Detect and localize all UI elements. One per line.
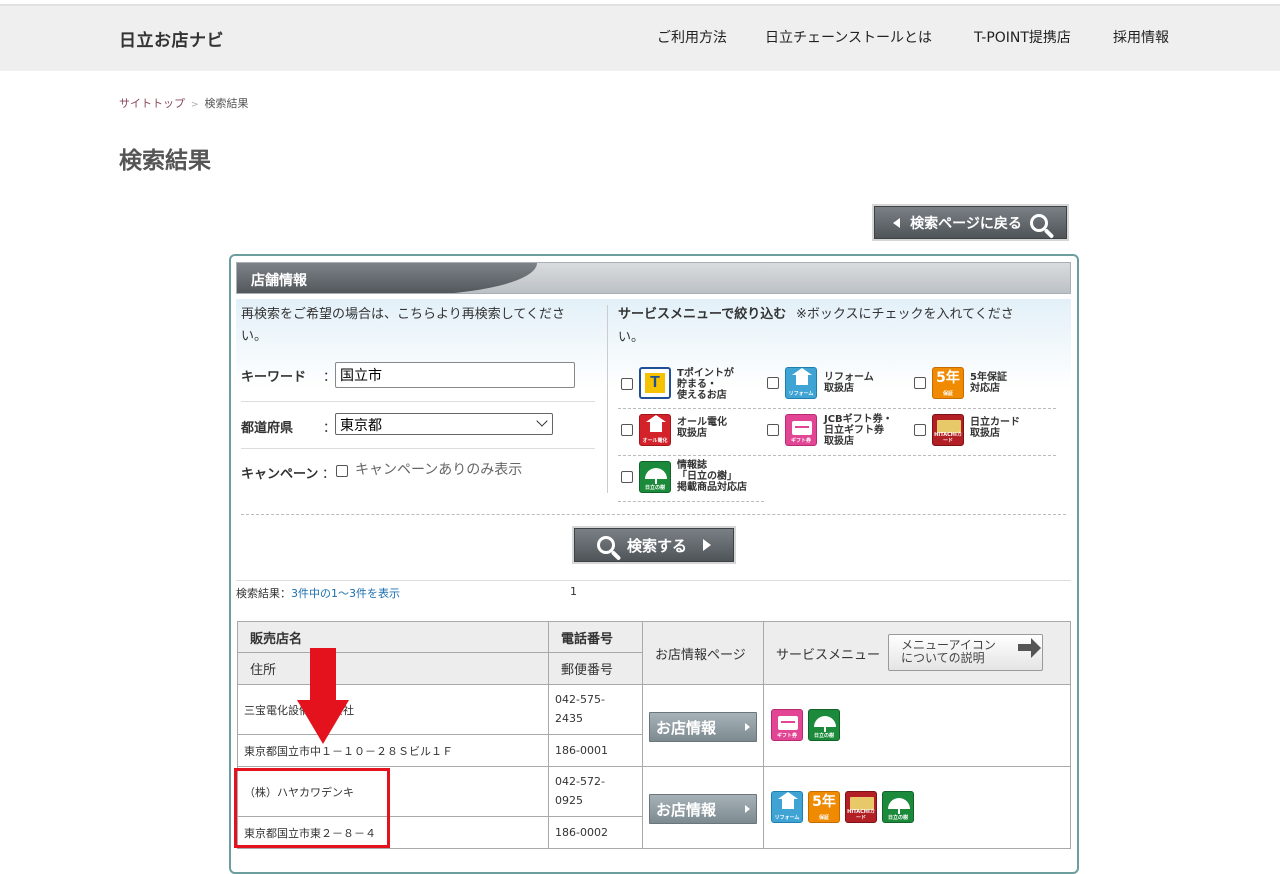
divider (236, 580, 1071, 581)
all-electric-checkbox[interactable] (621, 424, 633, 436)
row1-postal: 186-0001 (548, 734, 643, 767)
row2-shop-info-button[interactable]: お店情報 (649, 794, 757, 824)
divider (618, 408, 1056, 409)
keyword-label: キーワード (241, 370, 307, 385)
th-shop-page: お店情報ページ (642, 621, 764, 685)
campaign-label: キャンペーン (241, 467, 319, 482)
divider (618, 501, 764, 502)
hitachi-card-checkbox[interactable] (914, 424, 926, 436)
row1-phone: 042-575- 2435 (548, 684, 643, 735)
row1-address: 東京都国立市中１－１０－２８Ｓビル１Ｆ (237, 734, 549, 767)
back-to-search-button[interactable]: 検索ページに戻る (874, 206, 1067, 239)
back-button-label: 検索ページに戻る (910, 215, 1022, 232)
tpoint-checkbox[interactable] (621, 378, 633, 390)
hitachi-tree-label: 情報誌 「日立の樹」 掲載商品対応店 (677, 460, 747, 493)
site-header: 日立お店ナビ ご利用方法 日立チェーンストールとは T-POINT提携店 採用情… (0, 6, 1280, 71)
warranty-checkbox[interactable] (914, 377, 926, 389)
campaign-checkbox[interactable] (336, 465, 348, 477)
search-button[interactable]: 検索する (574, 528, 734, 562)
nav-about-chain[interactable]: 日立チェーンストールとは (765, 27, 932, 47)
th-phone: 電話番号 (548, 621, 643, 653)
page-title: 検索結果 (119, 148, 211, 174)
gift-card-icon: ギフト券 (771, 709, 803, 741)
search-icon (1029, 213, 1048, 232)
annotation-arrow-head (297, 700, 349, 744)
keyword-input[interactable] (335, 362, 575, 388)
warranty-label: 5年保証 対応店 (970, 372, 1007, 394)
service-filter-note: ※ボックスにチェックを入れてくださ (796, 307, 1014, 322)
hitachi-card-icon: HITACHIカード (932, 414, 964, 446)
site-logo[interactable]: 日立お店ナビ (119, 26, 224, 51)
panel-title: 店舗情報 (251, 273, 307, 289)
prefecture-select[interactable]: 東京都 (335, 413, 553, 435)
breadcrumb-separator: > (191, 100, 199, 110)
th-shop-name: 販売店名 (237, 621, 549, 653)
breadcrumb: サイトトップ > 検索結果 (119, 95, 249, 111)
hitachi-tree-icon: 日立の樹 (808, 709, 840, 741)
divider (241, 401, 595, 402)
nav-usage[interactable]: ご利用方法 (657, 27, 727, 47)
row2-phone: 042-572- 0925 (548, 766, 643, 817)
th-postal: 郵便番号 (548, 652, 643, 685)
arrow-right-icon (1018, 638, 1041, 658)
research-instructions: 再検索をご希望の場合は、こちらより再検索してくださ い。 (241, 307, 565, 344)
service-filter-title: サービスメニューで絞り込む (618, 307, 787, 322)
gift-card-icon: ギフト券 (785, 414, 817, 446)
search-button-label: 検索する (626, 536, 687, 555)
page-number[interactable]: 1 (570, 585, 577, 598)
tpoint-label: Tポイントが 貯まる・ 使えるお店 (677, 368, 734, 401)
all-electric-icon: オール電化 (639, 414, 671, 446)
search-icon (596, 536, 615, 554)
hitachi-card-icon: HITACHIカード (845, 791, 877, 823)
breadcrumb-home[interactable]: サイトトップ (119, 97, 185, 110)
hitachi-tree-checkbox[interactable] (621, 471, 633, 483)
menu-icon-help-button[interactable]: メニューアイコン についての説明 (888, 634, 1043, 671)
service-filter-note-cont: い。 (618, 330, 645, 345)
nav-recruit[interactable]: 採用情報 (1113, 27, 1169, 47)
result-summary: 検索結果：3件中の1～3件を表示 (236, 587, 400, 600)
hitachi-tree-icon: 日立の樹 (882, 791, 914, 823)
row1-shop-name: 三宝電化設備株式会社 (237, 684, 549, 735)
divider (241, 514, 1066, 515)
annotation-arrow-shaft (310, 648, 336, 702)
breadcrumb-current: 検索結果 (204, 97, 249, 110)
t-point-icon: T (639, 367, 671, 399)
panel-header: 店舗情報 (236, 262, 1071, 294)
nav-tpoint[interactable]: T-POINT提携店 (974, 27, 1071, 47)
triangle-right-icon (703, 539, 711, 551)
vertical-divider (607, 305, 608, 493)
divider (241, 448, 595, 449)
gift-checkbox[interactable] (767, 424, 779, 436)
result-range: 3件中の1～3件を表示 (291, 587, 400, 600)
hitachi-card-label: 日立カード 取扱店 (970, 417, 1020, 439)
all-electric-label: オール電化 取扱店 (677, 417, 727, 439)
5year-warranty-icon: 5年 保証 (932, 367, 964, 399)
th-address: 住所 (237, 652, 549, 685)
reform-icon: リフォーム (771, 791, 803, 823)
prefecture-label: 都道府県 (241, 421, 294, 436)
prefecture-value: 東京都 (340, 418, 382, 434)
gift-label: JCBギフト券・ 日立ギフト券 取扱店 (824, 414, 893, 447)
row1-shop-info-button[interactable]: お店情報 (649, 712, 757, 742)
row2-postal: 186-0002 (548, 816, 643, 849)
reform-icon: リフォーム (785, 367, 817, 399)
triangle-left-icon (893, 217, 901, 228)
5year-warranty-icon: 5年 保証 (808, 791, 840, 823)
reform-checkbox[interactable] (767, 377, 779, 389)
divider (618, 455, 1056, 456)
reform-label: リフォーム 取扱店 (824, 372, 874, 394)
chevron-down-icon (536, 415, 548, 427)
hitachi-tree-icon: 日立の樹 (639, 461, 671, 493)
annotation-highlight-box (234, 768, 390, 848)
campaign-colon: ： (322, 467, 336, 482)
campaign-option-label[interactable]: キャンペーンありのみ表示 (355, 459, 522, 481)
